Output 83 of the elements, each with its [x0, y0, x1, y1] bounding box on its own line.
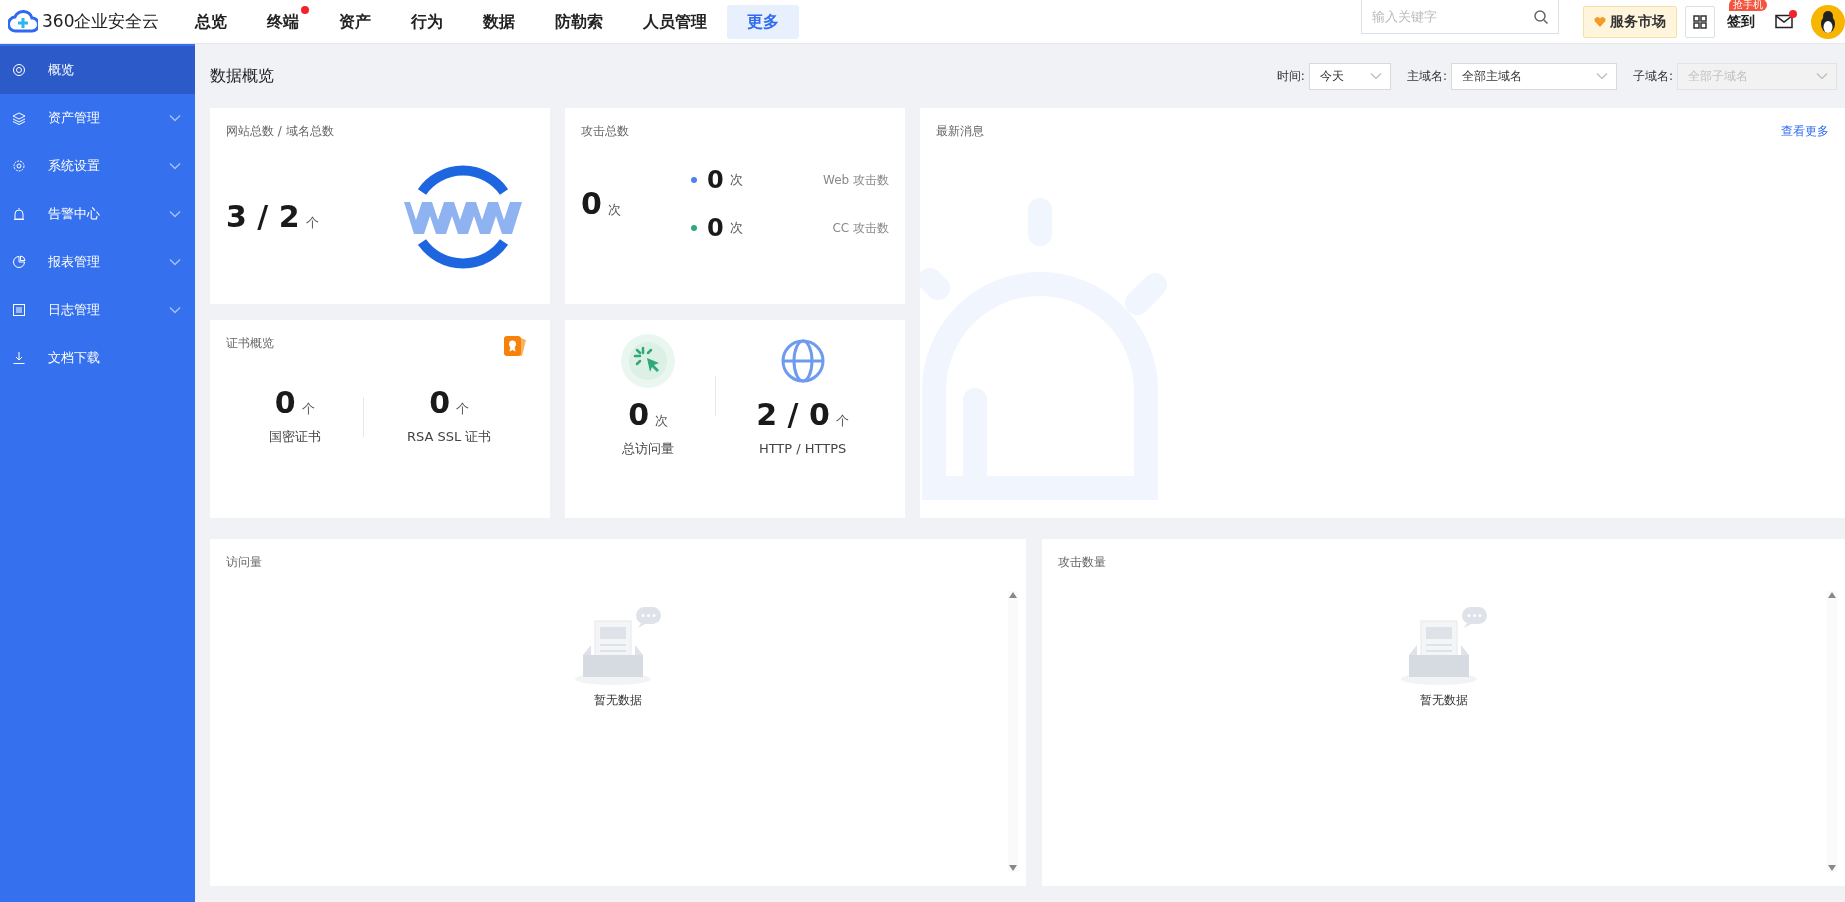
card-title: 访问量 — [226, 554, 263, 571]
stat-value: 0 — [429, 388, 451, 418]
sidebar-item[interactable]: 告警中心 — [0, 190, 195, 238]
scroll-down-arrow-icon — [1008, 864, 1018, 872]
service-market-button[interactable]: 服务市场 — [1583, 5, 1677, 38]
search-icon — [1533, 9, 1549, 25]
chevron-down-icon — [1595, 72, 1608, 80]
cloud-plus-logo-icon — [8, 8, 38, 35]
stat-label: HTTP / HTTPS — [758, 439, 847, 458]
stat-value: 0 — [274, 388, 296, 418]
scroll-up-arrow-icon — [1008, 591, 1018, 599]
sidebar-item[interactable]: 报表管理 — [0, 238, 195, 286]
scroll-up-arrow-icon — [1827, 591, 1837, 599]
view-more-link[interactable]: 查看更多 — [1781, 122, 1829, 140]
sidebar-item[interactable]: 系统设置 — [0, 142, 195, 190]
unit-label: 个 — [456, 400, 470, 418]
cursor-click-icon — [621, 334, 676, 388]
avatar-icon[interactable] — [1811, 4, 1845, 39]
unit-label: 次 — [729, 219, 743, 238]
grid-icon — [1693, 14, 1707, 29]
apps-grid-button[interactable] — [1685, 5, 1715, 38]
unit-label: 个 — [301, 400, 315, 418]
nav-tab[interactable]: 行为 — [391, 4, 464, 39]
stat-value: 0 — [707, 168, 724, 192]
layers-icon — [12, 111, 26, 125]
nav-tab[interactable]: 资产 — [319, 4, 392, 39]
scrollbar[interactable] — [1008, 591, 1018, 872]
chevron-down-icon — [1369, 72, 1382, 80]
filter-select[interactable]: 全部主域名 — [1450, 62, 1617, 90]
alarm-light-icon — [12, 207, 26, 221]
stat-value: 0 — [581, 188, 602, 219]
empty-state-text: 暂无数据 — [1419, 692, 1468, 709]
promo-badge: 抢手机 — [1729, 0, 1767, 11]
filter-select[interactable]: 今天 — [1308, 62, 1391, 90]
unit-label: 个 — [835, 412, 849, 430]
stat-value: 3 / 2 — [226, 201, 300, 232]
list-icon — [12, 303, 26, 317]
empty-state-text: 暂无数据 — [594, 692, 642, 709]
stat-value: 0 — [628, 400, 650, 430]
filter-label: 主域名: — [1406, 68, 1447, 85]
search-field[interactable]: 输入关键字 — [1361, 0, 1559, 34]
nav-tab[interactable]: 更多 — [727, 4, 800, 39]
settings-icon — [12, 159, 26, 173]
chevron-down-icon — [1816, 72, 1828, 80]
stat-label: 总访问量 — [622, 439, 675, 458]
scroll-down-arrow-icon — [1827, 864, 1837, 872]
sidebar-item[interactable]: 资产管理 — [0, 94, 195, 142]
filter-label: 时间: — [1276, 68, 1305, 85]
mail-icon[interactable] — [1775, 14, 1793, 29]
stat-value: 0 — [707, 216, 724, 240]
nav-tab[interactable]: 数据 — [463, 4, 536, 39]
card-title: 攻击数量 — [1058, 554, 1107, 571]
card-title: 网站总数 / 域名总数 — [226, 123, 335, 140]
nav-tab[interactable]: 人员管理 — [623, 4, 728, 39]
sidebar-item[interactable]: 日志管理 — [0, 286, 195, 334]
stat-label: 国密证书 — [268, 427, 321, 446]
nav-tab[interactable]: 终端 — [247, 4, 320, 39]
nav-tab[interactable]: 防勒索 — [535, 4, 624, 39]
brand-name: 360企业安全云 — [42, 9, 160, 33]
empty-inbox-icon — [1398, 605, 1489, 687]
pie-chart-icon — [12, 255, 26, 269]
card-title: 攻击总数 — [581, 123, 630, 140]
dashboard-icon — [12, 63, 26, 77]
sidebar-item[interactable]: 概览 — [0, 46, 195, 94]
card-title: 证书概览 — [226, 335, 274, 352]
nav-tab[interactable]: 总览 — [175, 4, 248, 39]
download-icon — [12, 351, 26, 365]
unit-label: 次 — [729, 171, 743, 190]
empty-inbox-icon — [573, 605, 663, 687]
stat-label: CC 攻击数 — [832, 220, 889, 237]
stat-value: 2 / 0 — [756, 400, 830, 430]
filter-label: 子域名: — [1632, 68, 1673, 85]
unit-label: 次 — [607, 200, 621, 219]
sidebar-item[interactable]: 文档下载 — [0, 334, 195, 382]
stat-label: Web 攻击数 — [823, 172, 889, 189]
check-in-button[interactable]: 签到 — [1723, 11, 1759, 32]
stat-label: RSA SSL 证书 — [406, 427, 492, 446]
scrollbar[interactable] — [1827, 591, 1837, 872]
heart-icon — [1594, 15, 1606, 28]
unit-label: 次 — [655, 412, 669, 430]
page-title: 数据概览 — [210, 65, 274, 87]
unit-label: 个 — [305, 213, 319, 232]
card-title: 最新消息 — [936, 123, 984, 140]
